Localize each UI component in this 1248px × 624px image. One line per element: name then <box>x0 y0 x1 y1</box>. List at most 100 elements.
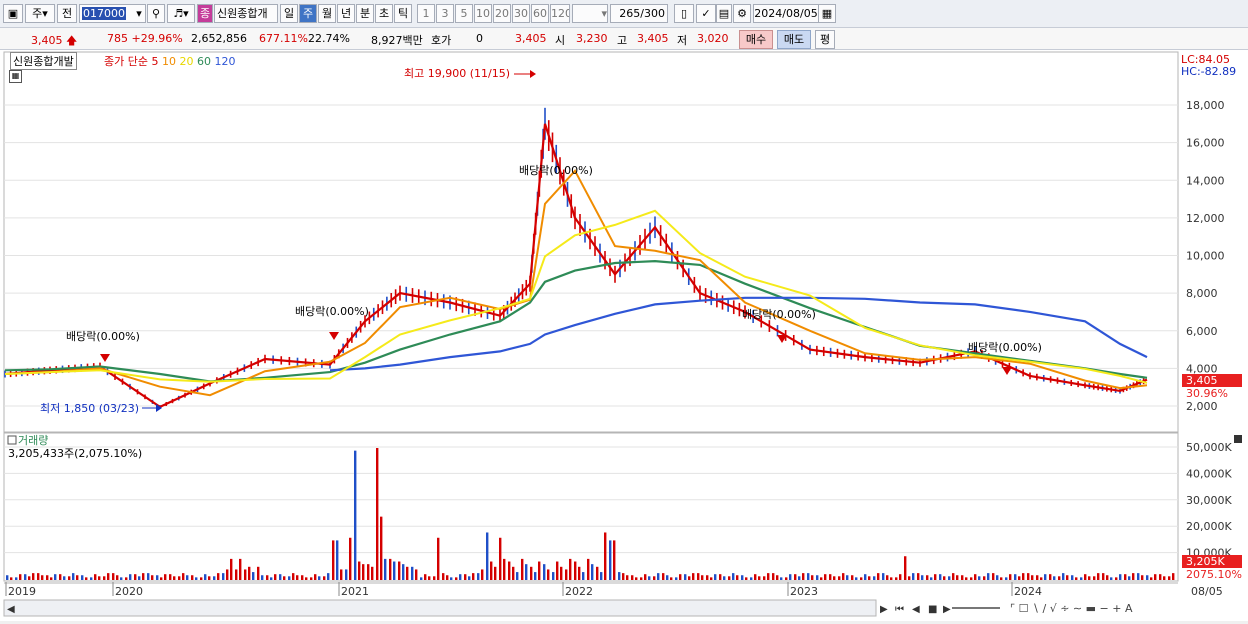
interval-30[interactable]: 30 <box>512 4 530 23</box>
scroll-right-icon[interactable]: ▶ <box>880 604 888 615</box>
volume-bar <box>882 573 885 580</box>
period-second-label: 초 <box>378 7 390 20</box>
stock-dropdown-icon[interactable]: ▾ <box>133 4 146 23</box>
volume-bar <box>587 558 590 580</box>
calendar-icon[interactable]: ▦ <box>818 4 836 23</box>
period-minute[interactable]: 분 <box>356 4 374 23</box>
year-label: 2022 <box>565 585 593 598</box>
volume-bar <box>226 569 229 580</box>
volume-bar <box>670 577 673 580</box>
volume-bar <box>147 573 150 580</box>
volume-bar <box>134 574 137 580</box>
period-week[interactable]: 주 <box>299 4 317 23</box>
volume-bar <box>644 574 647 580</box>
period-day[interactable]: 일 <box>280 4 298 23</box>
search-icon[interactable]: ⚲ <box>147 4 165 23</box>
date-input[interactable]: 2024/08/05 <box>753 4 819 23</box>
draw-tool-icon[interactable]: ✓ <box>696 4 716 23</box>
volume-bar <box>195 577 198 580</box>
volume-bar <box>274 574 277 580</box>
volume-bar <box>508 561 511 580</box>
volume-bar <box>543 564 546 580</box>
interval-20[interactable]: 20 <box>493 4 511 23</box>
volume-bar <box>182 573 185 580</box>
volume-bar <box>28 576 31 580</box>
prev-icon[interactable]: ◀ <box>912 604 920 615</box>
volume-bar <box>411 566 414 580</box>
interval-1[interactable]: 1 <box>417 4 435 23</box>
volume-bar <box>952 573 955 580</box>
volume-bar <box>697 573 700 580</box>
gear-icon[interactable]: ⚙ <box>733 4 751 23</box>
volume-bar <box>895 577 898 580</box>
interval-5[interactable]: 5 <box>455 4 473 23</box>
volume-bar <box>873 576 876 580</box>
volume-bar <box>943 576 946 580</box>
year-label: 2020 <box>115 585 143 598</box>
interval-60-label: 60 <box>533 7 547 20</box>
stop-icon[interactable]: ■ <box>928 604 937 615</box>
interval-120[interactable]: 120 <box>550 4 570 23</box>
volume-bar <box>1137 573 1140 580</box>
period-year[interactable]: 년 <box>337 4 355 23</box>
volume-bar <box>596 566 599 580</box>
count-input[interactable]: 265/300 <box>610 4 668 23</box>
volume-bar <box>437 537 440 580</box>
volume-bar <box>222 573 225 580</box>
volume-rate-value: 677.11% <box>259 32 308 45</box>
volume-bar <box>1080 577 1083 580</box>
volume-bar <box>1172 573 1175 580</box>
volume-bar <box>63 576 66 580</box>
volume-bar <box>1088 576 1091 580</box>
volume-bar <box>424 574 427 580</box>
scrollbar-track[interactable] <box>3 599 877 617</box>
prev-button[interactable]: 전 <box>57 4 77 23</box>
candle-icon[interactable]: ▯ <box>674 4 694 23</box>
volume-bar <box>68 576 71 580</box>
volume-bar <box>851 575 854 580</box>
dividend-annotation-2: 배당락(0.00%) <box>295 305 369 318</box>
volume-bar <box>948 576 951 580</box>
volume-bar <box>1049 574 1052 580</box>
scroll-left-icon[interactable]: ◀ <box>7 604 15 615</box>
volume-bar <box>327 573 330 580</box>
volume-bar <box>90 577 93 580</box>
interval-60[interactable]: 60 <box>531 4 549 23</box>
period-second[interactable]: 초 <box>375 4 393 23</box>
interval-3[interactable]: 3 <box>436 4 454 23</box>
tool-icons[interactable]: ⌜ ☐ ∖ ∕ √ ∻ ∼ ▬ − + A <box>1010 602 1133 615</box>
volume-bar <box>701 575 704 580</box>
price-volume-chart[interactable]: 18,000 16,000 14,000 12,000 10,000 8,000 6,000… <box>0 50 1248 621</box>
volume-bar <box>855 577 858 580</box>
window-icon[interactable]: ▣ <box>3 4 23 23</box>
play-icon[interactable]: ▶ <box>943 604 951 615</box>
volume-bar <box>640 577 643 580</box>
volume-bar <box>956 575 959 580</box>
volume-bar <box>336 540 339 580</box>
volume-bar <box>217 573 220 580</box>
rewind-icon[interactable]: ⏮ <box>895 604 904 615</box>
volume-bar <box>1000 577 1003 580</box>
period-tick[interactable]: 틱 <box>394 4 412 23</box>
volume-bar <box>239 558 242 580</box>
volume-bar <box>675 577 678 580</box>
sell-button[interactable]: 매도 <box>777 30 811 49</box>
volume-bar <box>1075 577 1078 580</box>
price-tick-label: 10,000 <box>1186 250 1225 263</box>
close-icon[interactable] <box>1234 435 1242 443</box>
low-label: 저 <box>677 34 688 47</box>
volume-bar <box>296 575 299 580</box>
buy-button[interactable]: 매수 <box>739 30 773 49</box>
period-month[interactable]: 월 <box>318 4 336 23</box>
interval-10[interactable]: 10 <box>474 4 492 23</box>
volume-bar <box>1106 575 1109 580</box>
interval-custom-select[interactable]: ▾ <box>572 4 608 23</box>
table-icon[interactable]: ▦ <box>9 70 22 83</box>
ma-5-label: 5 <box>151 55 159 68</box>
save-icon[interactable]: ▤ <box>716 4 732 23</box>
chart-area[interactable]: 18,000 16,000 14,000 12,000 10,000 8,000 6,000… <box>0 50 1248 621</box>
volume-bar <box>318 576 321 580</box>
sound-icon[interactable]: ♬▾ <box>167 4 195 23</box>
type-select[interactable]: 주▾ <box>25 4 55 23</box>
eval-button[interactable]: 평 <box>815 30 835 49</box>
